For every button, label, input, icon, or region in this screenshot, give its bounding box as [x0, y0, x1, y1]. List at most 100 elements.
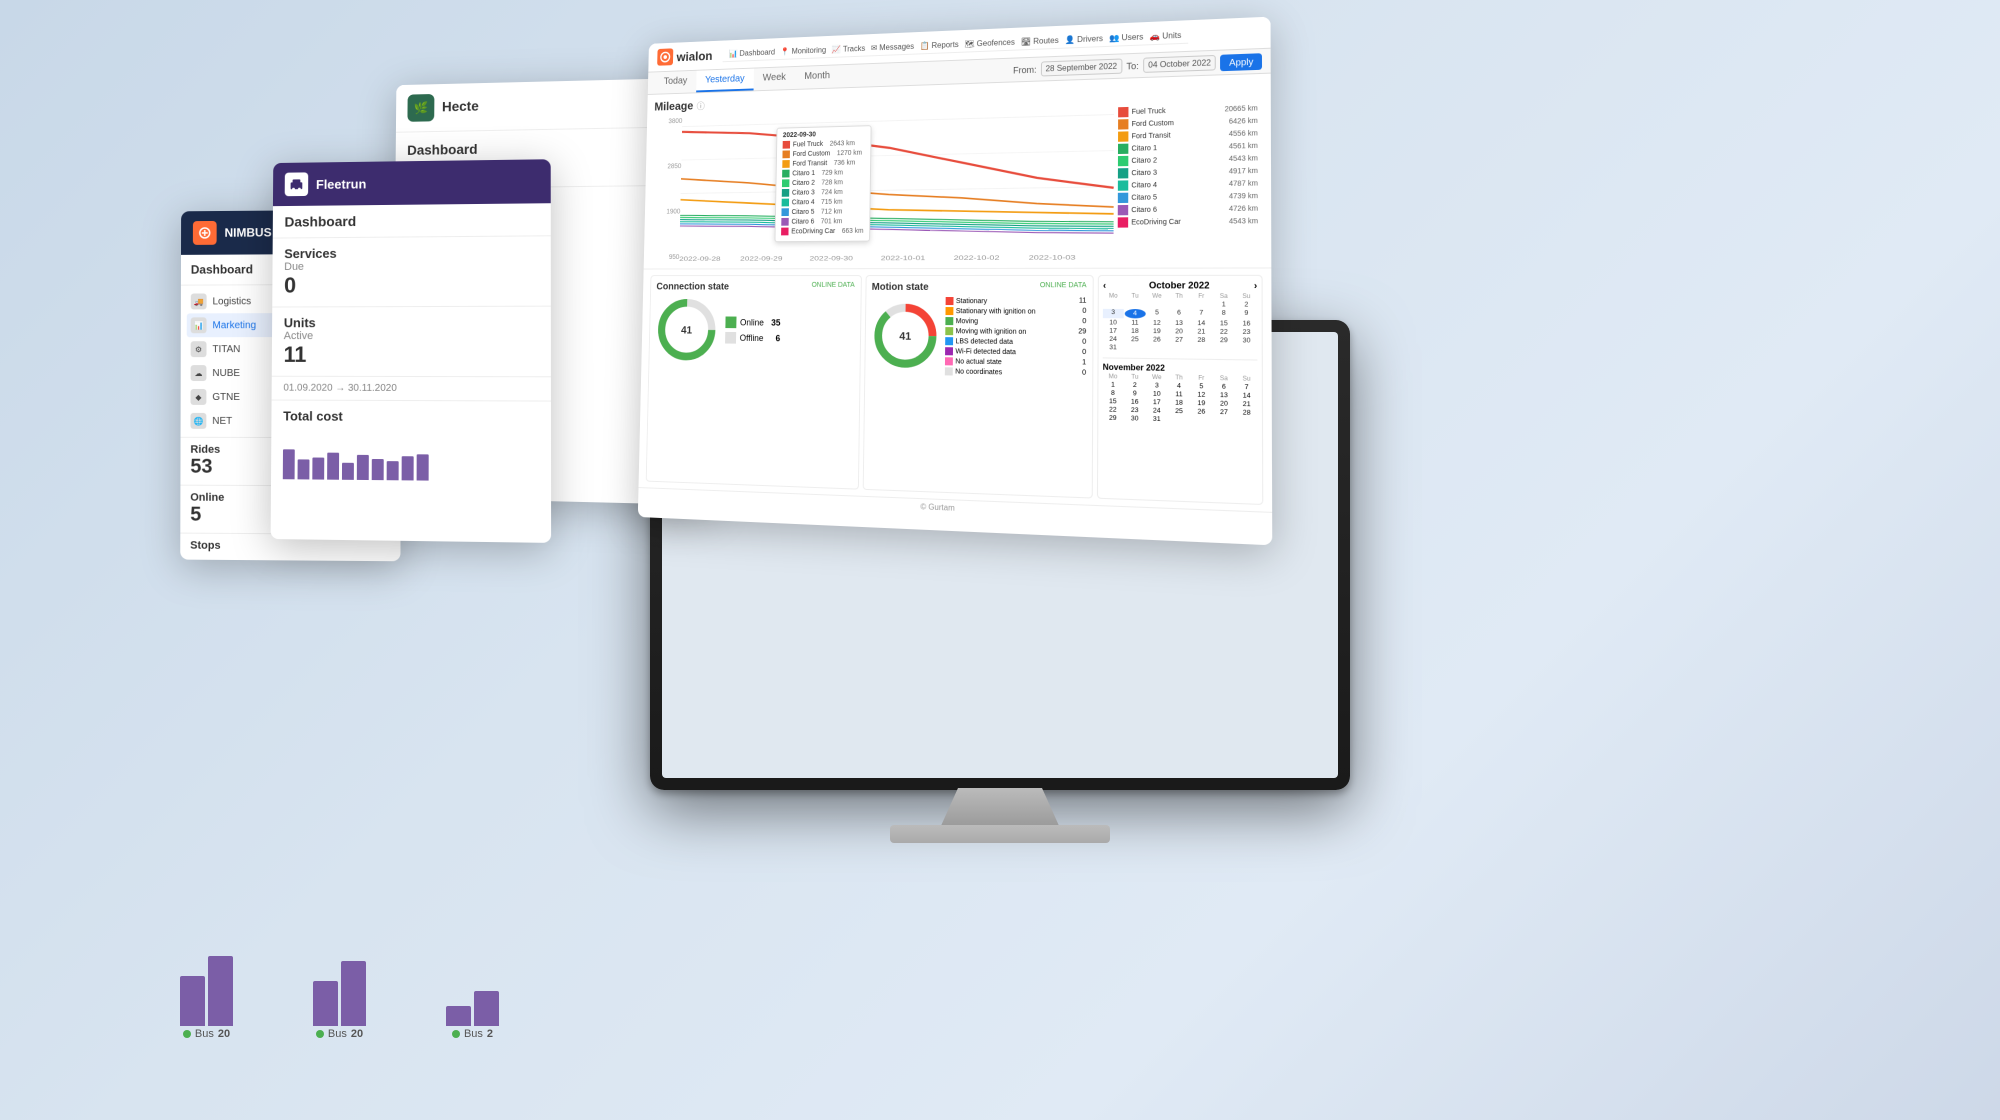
cal-day-26[interactable]: 26	[1146, 336, 1167, 344]
cal-day-30[interactable]: 30	[1236, 337, 1258, 345]
nav-routes[interactable]: 🛣 Routes	[1021, 36, 1059, 47]
legend-color-8	[1118, 193, 1128, 203]
cal2-31[interactable]: 31	[1146, 415, 1167, 423]
cal-day-10[interactable]: 10	[1103, 319, 1124, 326]
tooltip-item-6: Citaro 3 724 km	[782, 188, 864, 197]
nav-units[interactable]: 🚗 Units	[1150, 31, 1182, 41]
motion-color-1	[945, 297, 953, 305]
cal2-10[interactable]: 10	[1146, 390, 1167, 398]
bottom-label-1: Bus 20	[183, 1028, 230, 1040]
motion-legend-5: LBS detected data 0	[945, 337, 1087, 347]
tooltip-value-8: 712 km	[821, 208, 843, 215]
cal-day-28[interactable]: 28	[1191, 337, 1212, 345]
cost-bar-2	[298, 459, 310, 479]
nav-users[interactable]: 👥 Users	[1109, 32, 1143, 43]
cal-day-13[interactable]: 13	[1168, 320, 1189, 327]
cal2-12[interactable]: 12	[1191, 391, 1212, 399]
cal2-16[interactable]: 16	[1124, 398, 1145, 406]
cal-day-1[interactable]: 1	[1213, 301, 1234, 308]
cal2-28[interactable]: 28	[1236, 409, 1258, 417]
nav-monitoring[interactable]: 📍 Monitoring	[780, 46, 826, 56]
cal2-4[interactable]: 4	[1168, 382, 1189, 390]
cal-day-20[interactable]: 20	[1168, 328, 1189, 336]
nimbus-logo-icon	[193, 221, 217, 245]
cal2-27[interactable]: 27	[1213, 409, 1235, 417]
nav-dashboard[interactable]: 📊 Dashboard	[728, 48, 775, 58]
cal-day-4[interactable]: 4	[1125, 309, 1146, 318]
tab-month[interactable]: Month	[795, 65, 840, 89]
cal2-23[interactable]: 23	[1124, 407, 1145, 415]
cal-day-2[interactable]: 2	[1236, 301, 1258, 308]
legend-label-7: Citaro 4	[1131, 180, 1225, 189]
cal-day-25[interactable]: 25	[1125, 336, 1146, 343]
cal2-19[interactable]: 19	[1191, 400, 1212, 408]
tab-week[interactable]: Week	[753, 67, 795, 90]
cal-day-23[interactable]: 23	[1236, 329, 1258, 337]
cal-day-16[interactable]: 16	[1236, 320, 1258, 328]
cal-day-6[interactable]: 6	[1169, 309, 1190, 319]
legend-label-9: Citaro 6	[1131, 205, 1225, 213]
cal2-26[interactable]: 26	[1191, 408, 1212, 416]
chevron-left-icon[interactable]: ‹	[1103, 280, 1106, 290]
cal2-2[interactable]: 2	[1124, 382, 1145, 390]
cal-day-5[interactable]: 5	[1146, 309, 1167, 318]
nav-geofences[interactable]: 🗺 Geofences	[965, 38, 1015, 49]
cal-day-8[interactable]: 8	[1213, 309, 1234, 319]
apply-button[interactable]: Apply	[1221, 53, 1262, 71]
cal-day-19[interactable]: 19	[1146, 328, 1167, 335]
tab-today[interactable]: Today	[655, 71, 697, 94]
cal-day-7[interactable]: 7	[1191, 309, 1212, 319]
tab-yesterday[interactable]: Yesterday	[696, 69, 754, 93]
cal-day-18[interactable]: 18	[1125, 328, 1146, 335]
cal2-14[interactable]: 14	[1236, 392, 1258, 400]
cal2-22[interactable]: 22	[1103, 406, 1124, 414]
cal-day-17[interactable]: 17	[1103, 327, 1124, 334]
nav-tracks[interactable]: 📈 Tracks	[832, 44, 866, 54]
legend-color-10	[1118, 217, 1128, 227]
legend-item-10: EcoDriving Car 4543 km	[1118, 216, 1258, 228]
cal-day-27[interactable]: 27	[1168, 336, 1189, 344]
cal2-5[interactable]: 5	[1191, 383, 1212, 391]
cal2-30[interactable]: 30	[1124, 415, 1145, 423]
cal2-29[interactable]: 29	[1102, 414, 1123, 422]
cal2-7[interactable]: 7	[1236, 384, 1258, 392]
tooltip-color-1	[783, 141, 790, 149]
cost-bar-3	[312, 458, 324, 480]
cal-day-11[interactable]: 11	[1125, 319, 1146, 326]
cal-day-15[interactable]: 15	[1213, 320, 1234, 328]
cal2-11[interactable]: 11	[1168, 391, 1189, 399]
bottom-chart-area: Bus 20 Bus 20 Bus 2	[180, 940, 1820, 1040]
cal-day-9[interactable]: 9	[1236, 310, 1258, 320]
cal2-6[interactable]: 6	[1213, 383, 1235, 391]
nav-messages[interactable]: ✉ Messages	[871, 42, 914, 53]
cal2-13[interactable]: 13	[1213, 392, 1235, 400]
cal-day-3[interactable]: 3	[1103, 309, 1124, 318]
cal2-1[interactable]: 1	[1103, 381, 1124, 389]
cal2-18[interactable]: 18	[1168, 399, 1189, 407]
cal2-3[interactable]: 3	[1146, 382, 1167, 390]
nav-reports[interactable]: 📋 Reports	[920, 40, 959, 50]
cal2-9[interactable]: 9	[1124, 390, 1145, 398]
cal2-21[interactable]: 21	[1236, 401, 1258, 409]
mileage-title: Mileage	[654, 99, 693, 113]
cal2-25[interactable]: 25	[1168, 408, 1189, 416]
cal-day-12[interactable]: 12	[1146, 319, 1167, 326]
cal-day-22[interactable]: 22	[1213, 328, 1234, 336]
cal2-15[interactable]: 15	[1103, 398, 1124, 406]
cal2-8[interactable]: 8	[1103, 389, 1124, 397]
cal-day-21[interactable]: 21	[1191, 328, 1212, 336]
nav-drivers[interactable]: 👤 Drivers	[1065, 34, 1103, 45]
motion-color-7	[944, 357, 952, 365]
cal2-24[interactable]: 24	[1146, 407, 1167, 415]
cal-day-29[interactable]: 29	[1213, 337, 1234, 345]
motion-label-1: Stationary	[956, 298, 987, 305]
cal-day-14[interactable]: 14	[1191, 320, 1212, 328]
cal2-17[interactable]: 17	[1146, 399, 1167, 407]
cal-day-24[interactable]: 24	[1103, 336, 1124, 343]
cal-day-31[interactable]: 31	[1103, 344, 1124, 351]
bus-label-1: Bus	[195, 1028, 214, 1040]
tooltip-label-9: Citaro 6	[791, 218, 814, 225]
chevron-right-icon[interactable]: ›	[1254, 280, 1257, 291]
cal2-20[interactable]: 20	[1213, 400, 1235, 408]
cal-hdr-mo: Mo	[1103, 293, 1124, 299]
